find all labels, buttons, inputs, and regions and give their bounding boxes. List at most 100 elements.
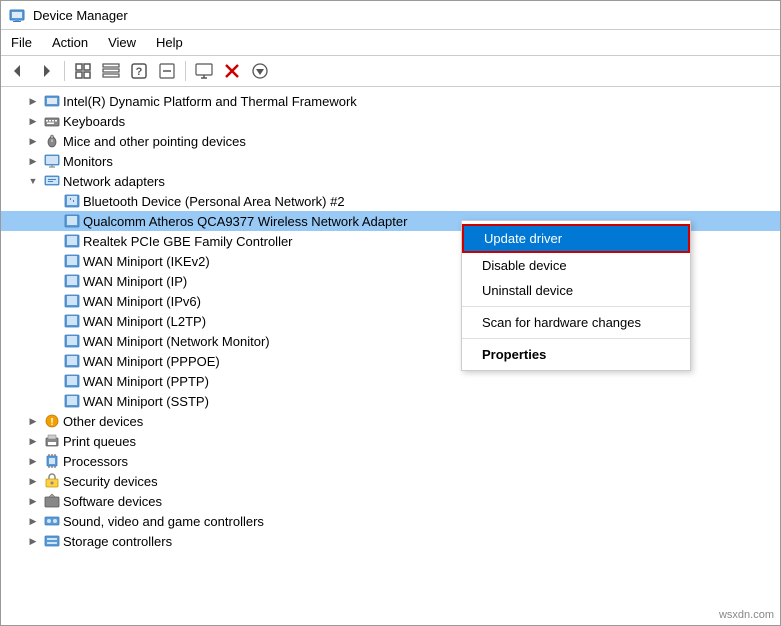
- icon-qualcomm: [64, 213, 80, 229]
- toggle-intel[interactable]: ▶: [25, 93, 41, 109]
- icon-wan-sstp: [64, 393, 80, 409]
- toggle-other[interactable]: ▶: [25, 413, 41, 429]
- back-button[interactable]: [5, 59, 31, 83]
- menu-help[interactable]: Help: [146, 32, 193, 53]
- label-wan-nm: WAN Miniport (Network Monitor): [83, 334, 270, 349]
- toolbar-btn-2[interactable]: [98, 59, 124, 83]
- toggle-network[interactable]: ▼: [25, 173, 41, 189]
- device-manager-window: Device Manager File Action View Help: [0, 0, 781, 626]
- menu-bar: File Action View Help: [1, 30, 780, 56]
- icon-other: !: [44, 413, 60, 429]
- ctx-disable-device[interactable]: Disable device: [462, 253, 690, 278]
- icon-wan-pptp: [64, 373, 80, 389]
- ctx-uninstall-device[interactable]: Uninstall device: [462, 278, 690, 303]
- icon-realtek: [64, 233, 80, 249]
- label-network: Network adapters: [63, 174, 165, 189]
- icon-wan-l2tp: [64, 313, 80, 329]
- toolbar-btn-3[interactable]: [154, 59, 180, 83]
- icon-software: [44, 493, 60, 509]
- tree-item-wan-sstp[interactable]: ▶ WAN Miniport (SSTP): [1, 391, 780, 411]
- icon-processors: [44, 453, 60, 469]
- label-security: Security devices: [63, 474, 158, 489]
- tree-item-other[interactable]: ▶ ! Other devices: [1, 411, 780, 431]
- tree-item-wan-pptp[interactable]: ▶ WAN Miniport (PPTP): [1, 371, 780, 391]
- app-icon: [9, 7, 25, 23]
- label-monitors: Monitors: [63, 154, 113, 169]
- label-print: Print queues: [63, 434, 136, 449]
- tree-item-intel[interactable]: ▶ Intel(R) Dynamic Platform and Thermal …: [1, 91, 780, 111]
- icon-network: [44, 173, 60, 189]
- label-wan-pptp: WAN Miniport (PPTP): [83, 374, 209, 389]
- label-mice: Mice and other pointing devices: [63, 134, 246, 149]
- svg-text:?: ?: [136, 66, 143, 78]
- icon-bluetooth: [64, 193, 80, 209]
- toolbar-btn-remove[interactable]: [219, 59, 245, 83]
- menu-action[interactable]: Action: [42, 32, 98, 53]
- content-area: ▶ Intel(R) Dynamic Platform and Thermal …: [1, 87, 780, 625]
- toolbar: ?: [1, 56, 780, 87]
- toolbar-btn-download[interactable]: [247, 59, 273, 83]
- ctx-separator-1: [462, 306, 690, 307]
- tree-item-monitors[interactable]: ▶ Monitors: [1, 151, 780, 171]
- tree-item-print[interactable]: ▶ Print queues: [1, 431, 780, 451]
- toggle-monitors[interactable]: ▶: [25, 153, 41, 169]
- toggle-processors[interactable]: ▶: [25, 453, 41, 469]
- label-bluetooth: Bluetooth Device (Personal Area Network)…: [83, 194, 345, 209]
- toggle-print[interactable]: ▶: [25, 433, 41, 449]
- icon-keyboards: [44, 113, 60, 129]
- tree-item-processors[interactable]: ▶ Processors: [1, 451, 780, 471]
- toggle-keyboards[interactable]: ▶: [25, 113, 41, 129]
- tree-item-sound[interactable]: ▶ Sound, video and game controllers: [1, 511, 780, 531]
- label-wan-ipv6: WAN Miniport (IPv6): [83, 294, 201, 309]
- icon-intel: [44, 93, 60, 109]
- ctx-separator-2: [462, 338, 690, 339]
- label-storage: Storage controllers: [63, 534, 172, 549]
- label-wan-sstp: WAN Miniport (SSTP): [83, 394, 209, 409]
- toggle-security[interactable]: ▶: [25, 473, 41, 489]
- label-wan-ikev2: WAN Miniport (IKEv2): [83, 254, 210, 269]
- tree-item-software[interactable]: ▶ Software devices: [1, 491, 780, 511]
- icon-wan-ikev2: [64, 253, 80, 269]
- tree-item-mice[interactable]: ▶ Mice and other pointing devices: [1, 131, 780, 151]
- label-qualcomm: Qualcomm Atheros QCA9377 Wireless Networ…: [83, 214, 407, 229]
- toggle-software[interactable]: ▶: [25, 493, 41, 509]
- menu-view[interactable]: View: [98, 32, 146, 53]
- toolbar-btn-help[interactable]: ?: [126, 59, 152, 83]
- label-wan-pppoe: WAN Miniport (PPPOE): [83, 354, 220, 369]
- label-realtek: Realtek PCIe GBE Family Controller: [83, 234, 293, 249]
- icon-wan-pppoe: [64, 353, 80, 369]
- tree-item-keyboards[interactable]: ▶ Keyboards: [1, 111, 780, 131]
- tree-item-bluetooth[interactable]: ▶ Bluetooth Device (Personal Area Networ…: [1, 191, 780, 211]
- toolbar-btn-monitor[interactable]: [191, 59, 217, 83]
- menu-file[interactable]: File: [1, 32, 42, 53]
- context-menu: Update driver Disable device Uninstall d…: [461, 220, 691, 371]
- icon-security: [44, 473, 60, 489]
- label-intel: Intel(R) Dynamic Platform and Thermal Fr…: [63, 94, 357, 109]
- icon-monitors: [44, 153, 60, 169]
- tree-item-storage[interactable]: ▶ Storage controllers: [1, 531, 780, 551]
- toggle-sound[interactable]: ▶: [25, 513, 41, 529]
- watermark: wsxdn.com: [719, 609, 774, 621]
- tree-item-network[interactable]: ▼ Network adapters: [1, 171, 780, 191]
- label-software: Software devices: [63, 494, 162, 509]
- icon-mice: [44, 133, 60, 149]
- tree-item-security[interactable]: ▶ Security devices: [1, 471, 780, 491]
- icon-wan-ip: [64, 273, 80, 289]
- icon-wan-nm: [64, 333, 80, 349]
- icon-storage: [44, 533, 60, 549]
- forward-button[interactable]: [33, 59, 59, 83]
- toggle-mice[interactable]: ▶: [25, 133, 41, 149]
- toolbar-btn-1[interactable]: [70, 59, 96, 83]
- label-wan-ip: WAN Miniport (IP): [83, 274, 187, 289]
- window-title: Device Manager: [33, 8, 128, 23]
- label-processors: Processors: [63, 454, 128, 469]
- ctx-update-driver[interactable]: Update driver: [462, 224, 690, 253]
- label-other: Other devices: [63, 414, 143, 429]
- svg-text:!: !: [50, 417, 53, 428]
- label-wan-l2tp: WAN Miniport (L2TP): [83, 314, 206, 329]
- ctx-properties[interactable]: Properties: [462, 342, 690, 367]
- toolbar-separator-2: [185, 61, 186, 81]
- label-sound: Sound, video and game controllers: [63, 514, 264, 529]
- toggle-storage[interactable]: ▶: [25, 533, 41, 549]
- ctx-scan[interactable]: Scan for hardware changes: [462, 310, 690, 335]
